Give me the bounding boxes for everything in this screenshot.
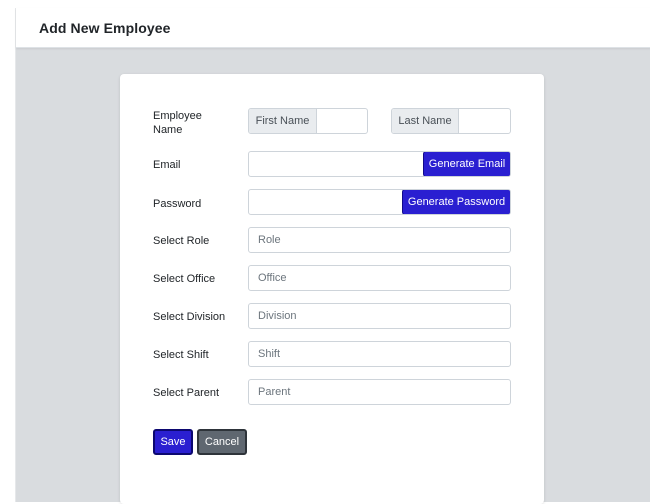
division-select[interactable]: Division xyxy=(248,303,511,329)
role-select[interactable]: Role xyxy=(248,227,511,253)
office-label: Select Office xyxy=(153,273,216,285)
parent-select[interactable]: Parent xyxy=(248,379,511,405)
generate-password-button[interactable]: Generate Password xyxy=(402,190,510,214)
role-label: Select Role xyxy=(153,235,210,247)
password-label: Password xyxy=(153,198,202,210)
email-group: Generate Email xyxy=(248,151,511,177)
generate-email-button[interactable]: Generate Email xyxy=(423,152,510,176)
page-header: Add New Employee xyxy=(16,8,650,48)
parent-label: Select Parent xyxy=(153,387,220,399)
cancel-button[interactable]: Cancel xyxy=(197,429,247,455)
shift-select[interactable]: Shift xyxy=(248,341,511,367)
office-select[interactable]: Office xyxy=(248,265,511,291)
email-input[interactable] xyxy=(249,152,424,176)
save-button[interactable]: Save xyxy=(153,429,193,455)
first-name-input[interactable] xyxy=(317,109,367,133)
password-group: Generate Password xyxy=(248,189,511,215)
employee-form-card: Employee Name First Name Last Name Email… xyxy=(120,74,544,504)
password-input[interactable] xyxy=(249,190,404,214)
last-name-group: Last Name xyxy=(391,108,511,134)
first-name-group: First Name xyxy=(248,108,368,134)
last-name-addon: Last Name xyxy=(392,109,459,133)
page-title: Add New Employee xyxy=(39,20,171,36)
last-name-input[interactable] xyxy=(459,109,510,133)
first-name-addon: First Name xyxy=(249,109,317,133)
page-frame: Add New Employee Employee Name First Nam… xyxy=(15,8,650,504)
employee-name-label: Employee Name xyxy=(153,110,202,136)
shift-label: Select Shift xyxy=(153,349,209,361)
division-label: Select Division xyxy=(153,311,226,323)
email-label: Email xyxy=(153,159,181,171)
